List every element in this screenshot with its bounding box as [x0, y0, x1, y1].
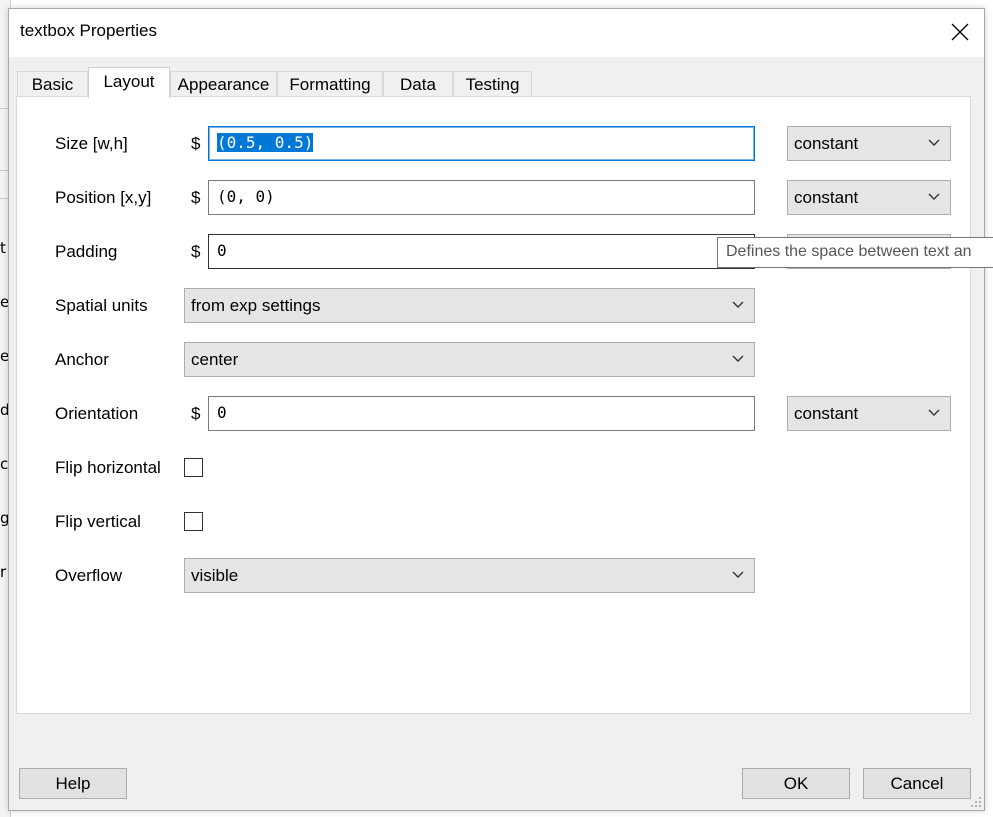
orientation-label: Orientation [55, 404, 139, 423]
spatial-units-label: Spatial units [55, 296, 148, 315]
padding-input[interactable]: 0 [208, 234, 755, 269]
size-mode-select[interactable]: constant [787, 126, 951, 161]
background-text-fragment: e [0, 293, 8, 311]
orientation-dollar-prefix: $ [191, 404, 201, 423]
ok-button[interactable]: OK [742, 768, 850, 799]
position-mode-select[interactable]: constant [787, 180, 951, 215]
orientation-mode-value: constant [794, 404, 859, 423]
background-text-fragment: c [0, 455, 8, 473]
flip-horizontal-label: Flip horizontal [55, 458, 161, 477]
close-icon [951, 23, 969, 41]
chevron-down-icon [928, 139, 940, 146]
background-text-fragment: g [0, 509, 8, 527]
size-label: Size [w,h] [55, 134, 128, 153]
position-label: Position [x,y] [55, 188, 152, 207]
size-input[interactable]: (0.5, 0.5) [208, 126, 755, 161]
title-bar: textbox Properties [9, 9, 984, 57]
size-dollar-prefix: $ [191, 134, 201, 153]
properties-dialog: textbox Properties Basic Layout Appearan… [8, 8, 985, 811]
tab-testing[interactable]: Testing [453, 71, 532, 97]
background-text-fragment: e [0, 347, 8, 365]
background-text-fragment: d [0, 401, 8, 419]
chevron-down-icon [928, 193, 940, 200]
overflow-label: Overflow [55, 566, 123, 585]
spatial-units-value: from exp settings [191, 296, 321, 315]
dialog-title: textbox Properties [20, 21, 158, 40]
orientation-mode-select[interactable]: constant [787, 396, 951, 431]
size-input-value: (0.5, 0.5) [217, 133, 314, 152]
orientation-input[interactable]: 0 [208, 396, 755, 431]
tab-formatting[interactable]: Formatting [277, 71, 383, 97]
padding-label: Padding [55, 242, 118, 261]
tab-appearance[interactable]: Appearance [170, 71, 277, 97]
tab-data[interactable]: Data [383, 71, 453, 97]
close-button[interactable] [934, 9, 984, 57]
background-text-fragment: t [0, 239, 6, 257]
position-input[interactable]: (0, 0) [208, 180, 755, 215]
chevron-down-icon [732, 571, 744, 578]
size-mode-value: constant [794, 134, 859, 153]
flip-vertical-checkbox[interactable] [184, 512, 203, 531]
anchor-value: center [191, 350, 239, 369]
spatial-units-select[interactable]: from exp settings [184, 288, 755, 323]
anchor-select[interactable]: center [184, 342, 755, 377]
help-button[interactable]: Help [19, 768, 127, 799]
anchor-label: Anchor [55, 350, 109, 369]
chevron-down-icon [732, 301, 744, 308]
position-mode-value: constant [794, 188, 859, 207]
padding-dollar-prefix: $ [191, 242, 201, 261]
tab-layout[interactable]: Layout [88, 67, 170, 98]
position-dollar-prefix: $ [191, 188, 201, 207]
tab-basic[interactable]: Basic [17, 71, 88, 97]
overflow-select[interactable]: visible [184, 558, 755, 593]
flip-horizontal-checkbox[interactable] [184, 458, 203, 477]
chevron-down-icon [928, 409, 940, 416]
flip-vertical-label: Flip vertical [55, 512, 141, 531]
cancel-button[interactable]: Cancel [863, 768, 971, 799]
resize-grip-icon[interactable] [970, 796, 982, 808]
background-text-fragment: r [0, 563, 7, 581]
layout-panel: Size [w,h] $ (0.5, 0.5) constant Positio… [16, 96, 971, 714]
overflow-value: visible [191, 566, 239, 585]
padding-tooltip: Defines the space between text an [717, 237, 993, 268]
chevron-down-icon [732, 355, 744, 362]
